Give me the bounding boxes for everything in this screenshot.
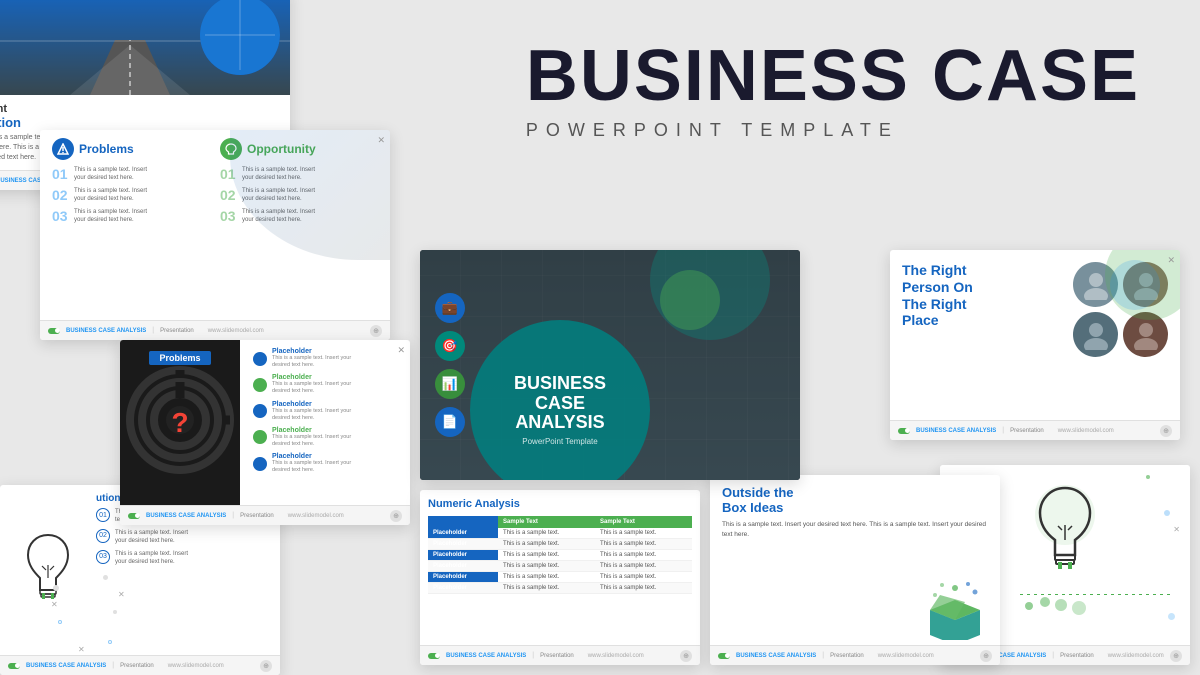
slide-footer-outside-box: BUSINESS CASE ANALYSIS | Presentation ww… bbox=[710, 645, 1000, 665]
slide-footer-maze: BUSINESS CASE ANALYSIS | Presentation ww… bbox=[120, 505, 410, 525]
table-row: Placeholder This is a sample text. This … bbox=[428, 539, 692, 550]
slide-numeric-analysis: Numeric Analysis Sample Text Sample Text… bbox=[420, 490, 700, 665]
main-title-area: BUSINESS CASE POWERPOINT TEMPLATE bbox=[526, 40, 1140, 141]
slide-footer-2: BUSINESS CASE ANALYSIS | Presentation ww… bbox=[40, 320, 390, 340]
maze-circle-container: ? bbox=[125, 365, 235, 480]
close-button[interactable]: ✕ bbox=[377, 135, 385, 146]
placeholder-row-5: Placeholder This is a sample text. Inser… bbox=[253, 453, 402, 474]
avatar-3 bbox=[1073, 312, 1118, 357]
solution-row-2: 02 This is a sample text. Insertyour des… bbox=[96, 529, 272, 546]
brand-toggle-2 bbox=[48, 328, 60, 334]
main-title-line1: BUSINESS CASE bbox=[526, 40, 1140, 112]
solution-num-3: 03 bbox=[96, 550, 110, 564]
placeholder-row-3: Placeholder This is a sample text. Inser… bbox=[253, 401, 402, 422]
table-row: Placeholder This is a sample text. This … bbox=[428, 572, 692, 583]
col-header-2: Sample Text bbox=[595, 516, 692, 528]
ph-text-3: Placeholder This is a sample text. Inser… bbox=[272, 401, 402, 422]
slide-problems-opportunity: ✕ Problems 01 This is a sample text. In bbox=[40, 130, 390, 340]
table-row: Placeholder This is a sample text. This … bbox=[428, 583, 692, 594]
page-background: BUSINESS CASE POWERPOINT TEMPLATE bbox=[0, 0, 1200, 675]
col-header-0 bbox=[428, 516, 498, 528]
footer-brand-2: BUSINESS CASE ANALYSIS bbox=[66, 328, 146, 334]
solution-row-3: 03 This is a sample text. Insertyour des… bbox=[96, 550, 272, 567]
footer-label-2: Presentation bbox=[160, 328, 194, 334]
open-box-icon bbox=[920, 580, 990, 640]
bg-circle-decor bbox=[230, 130, 390, 260]
numeric-content: Numeric Analysis Sample Text Sample Text… bbox=[420, 490, 700, 602]
main-title-line2: POWERPOINT TEMPLATE bbox=[526, 120, 1140, 141]
footer-url-2: www.slidemodel.com bbox=[208, 328, 264, 334]
placeholder-row-2: Placeholder This is a sample text. Inser… bbox=[253, 374, 402, 395]
outside-box-text: This is a sample text. Insert your desir… bbox=[722, 520, 988, 540]
ph-circle-4 bbox=[253, 430, 267, 444]
slide-header-image bbox=[0, 0, 290, 95]
problems-overlay-title: Problems bbox=[120, 348, 240, 366]
close-button-right[interactable]: ✕ bbox=[1167, 255, 1175, 266]
maze-right-panel: Placeholder This is a sample text. Inser… bbox=[245, 340, 410, 505]
problem-row-1: 01 This is a sample text. Insertyour des… bbox=[52, 166, 210, 183]
table-row: Placeholder This is a sample text. This … bbox=[428, 550, 692, 561]
question-mark: ? bbox=[171, 407, 188, 439]
numeric-title: Numeric Analysis bbox=[428, 498, 692, 510]
problems-title: Problems bbox=[79, 142, 134, 156]
outside-box-content: Outside the Box Ideas This is a sample t… bbox=[710, 475, 1000, 645]
maze-content: ? Problems Placeholder This is a sample … bbox=[120, 340, 410, 505]
table-row: Placeholder This is a sample text. This … bbox=[428, 528, 692, 539]
close-button-maze[interactable]: ✕ bbox=[397, 345, 405, 356]
ph-text-5: Placeholder This is a sample text. Inser… bbox=[272, 453, 402, 474]
ph-text-4: Placeholder This is a sample text. Inser… bbox=[272, 427, 402, 448]
table-row: Placeholder This is a sample text. This … bbox=[428, 561, 692, 572]
ph-circle-3 bbox=[253, 404, 267, 418]
slide-footer-right-top: BUSINESS CASE ANALYSIS | Presentation ww… bbox=[890, 420, 1180, 440]
toggle-switch-2 bbox=[48, 328, 60, 334]
solution-num-2: 02 bbox=[96, 529, 110, 543]
table-header-row: Sample Text Sample Text bbox=[428, 516, 692, 528]
problem-row-3: 03 This is a sample text. Insertyour des… bbox=[52, 208, 210, 225]
target-icon: 🎯 bbox=[435, 331, 465, 361]
outside-box-title: Outside the Box Ideas bbox=[722, 485, 988, 515]
right-person-title: The Right Person On The Right Place bbox=[902, 262, 1063, 329]
maze-left-panel: ? Problems bbox=[120, 340, 240, 505]
briefcase-icon: 💼 bbox=[435, 293, 465, 323]
bg-circle-blue bbox=[1110, 260, 1160, 310]
right-person-text: The Right Person On The Right Place bbox=[902, 262, 1063, 428]
problems-column: Problems 01 This is a sample text. Inser… bbox=[52, 138, 210, 228]
slide-footer-numeric: BUSINESS CASE ANALYSIS | Presentation ww… bbox=[420, 645, 700, 665]
slide-title: rrent uation bbox=[0, 103, 278, 130]
lightbulb-area: ✕ ✕ ✕ bbox=[8, 493, 88, 647]
placeholder-row-1: Placeholder This is a sample text. Inser… bbox=[253, 348, 402, 369]
ph-circle-2 bbox=[253, 378, 267, 392]
slide-right-person: ✕ The Right Person On The Right Place bbox=[890, 250, 1180, 440]
chart-icon: 📊 bbox=[435, 369, 465, 399]
ph-text-1: Placeholder This is a sample text. Inser… bbox=[272, 348, 402, 369]
numeric-table: Sample Text Sample Text Placeholder This… bbox=[428, 516, 692, 594]
ph-circle-1 bbox=[253, 352, 267, 366]
doc-icon: 📄 bbox=[435, 407, 465, 437]
slide-problems-maze: ✕ ? bbox=[120, 340, 410, 525]
col-header-1: Sample Text bbox=[498, 516, 595, 528]
placeholder-row-4: Placeholder This is a sample text. Inser… bbox=[253, 427, 402, 448]
center-bulb bbox=[1025, 480, 1105, 585]
green-bg-circle bbox=[660, 270, 720, 330]
ph-text-2: Placeholder This is a sample text. Inser… bbox=[272, 374, 402, 395]
lightbulb-svg bbox=[18, 530, 78, 610]
slide-outside-box: Outside the Box Ideas This is a sample t… bbox=[710, 475, 1000, 665]
main-slide-subtitle: PowerPoint Template bbox=[522, 437, 597, 446]
footer-icon-2: ⊕ bbox=[370, 325, 382, 337]
icon-row: 💼 🎯 📊 📄 bbox=[435, 293, 465, 437]
slide-footer-bottom-left: BUSINESS CASE ANALYSIS | Presentation ww… bbox=[0, 655, 280, 675]
main-slide-bg: 💼 🎯 📊 📄 BUSINESS CASE ANALYSIS PowerPoin… bbox=[420, 250, 800, 480]
solution-num-1: 01 bbox=[96, 508, 110, 522]
slide-center-main: 💼 🎯 📊 📄 BUSINESS CASE ANALYSIS PowerPoin… bbox=[420, 250, 800, 480]
main-slide-title: BUSINESS CASE ANALYSIS bbox=[514, 374, 606, 433]
ph-circle-5 bbox=[253, 457, 267, 471]
problem-row-2: 02 This is a sample text. Insertyour des… bbox=[52, 187, 210, 204]
problems-icon bbox=[52, 138, 74, 160]
